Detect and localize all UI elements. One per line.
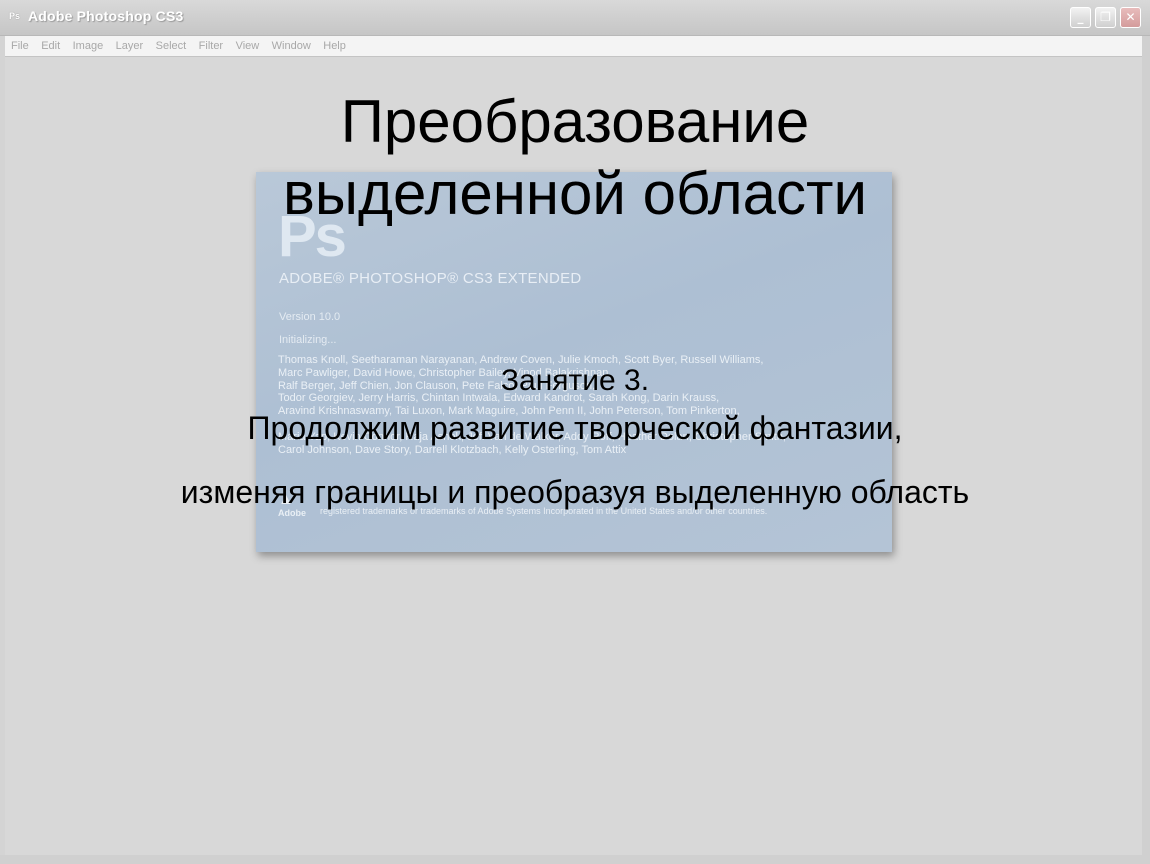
version-label: Version 10.0 (279, 311, 341, 323)
minimize-icon: _ (1077, 10, 1084, 24)
close-button[interactable]: ✕ (1120, 7, 1141, 28)
slide-title-line2: выделенной области (282, 160, 867, 227)
menu-view[interactable]: View (236, 37, 260, 56)
close-icon: ✕ (1125, 10, 1136, 24)
window-title: Adobe Photoshop CS3 (28, 8, 184, 24)
menu-image[interactable]: Image (73, 37, 104, 56)
minimize-button[interactable]: _ (1070, 7, 1091, 28)
menu-window[interactable]: Window (272, 37, 311, 56)
photoshop-app-icon[interactable]: Ps (9, 10, 23, 23)
photoshop-window: Ps Adobe Photoshop CS3 _ ❐ ✕ File Edit I… (0, 0, 1150, 864)
menu-layer[interactable]: Layer (116, 37, 144, 56)
menu-help[interactable]: Help (323, 37, 346, 56)
maximize-button[interactable]: ❐ (1095, 7, 1116, 28)
menu-filter[interactable]: Filter (199, 37, 223, 56)
menu-bar: File Edit Image Layer Select Filter View… (5, 36, 1142, 57)
window-bottom-border (0, 855, 1150, 864)
product-name: ADOBE® PHOTOSHOP® CS3 EXTENDED (279, 270, 582, 287)
menu-edit[interactable]: Edit (41, 37, 60, 56)
slide-subtitle-line1: Продолжим развитие творческой фантазии, (247, 410, 903, 446)
slide-title-line1: Преобразование (340, 88, 810, 155)
slide-subtitle-line2: изменяя границы и преобразуя выделенную … (180, 474, 970, 510)
menu-select[interactable]: Select (156, 37, 187, 56)
menu-file[interactable]: File (11, 37, 29, 56)
status-text: Initializing... (279, 334, 337, 346)
lesson-number: Занятие 3. (500, 364, 650, 397)
slide-title: Преобразование выделенной области (0, 86, 1150, 230)
restore-icon: ❐ (1100, 10, 1111, 24)
title-bar[interactable]: Ps Adobe Photoshop CS3 _ ❐ ✕ (0, 0, 1150, 36)
